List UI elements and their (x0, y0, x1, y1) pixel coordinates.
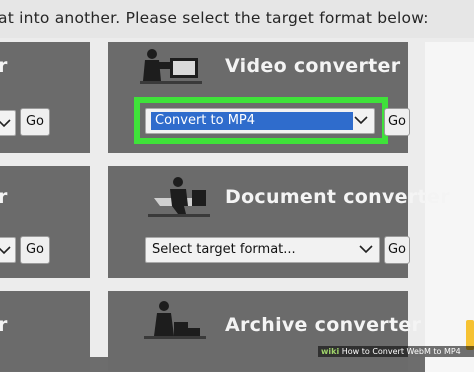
left-title-fragment-bottom: r (0, 314, 8, 336)
watermark-brand: wiki (321, 347, 340, 356)
document-desk-icon (148, 177, 210, 217)
left-panel-bottom (0, 291, 90, 371)
archive-boxes-icon (144, 301, 206, 339)
left-title-fragment-top: r (0, 55, 8, 77)
left-select-middle[interactable] (0, 237, 16, 263)
video-camera-icon (140, 49, 202, 84)
watermark-text: How to Convert WebM to MP4 (341, 347, 461, 356)
left-go-button-middle[interactable]: Go (20, 236, 50, 264)
document-converter-title: Document converter (225, 186, 450, 208)
video-go-button[interactable]: Go (384, 108, 410, 136)
document-format-value: Select target format... (152, 242, 296, 257)
left-go-button-top[interactable]: Go (20, 108, 50, 136)
instruction-bar: at into another. Please select the targe… (0, 0, 474, 39)
left-title-fragment-middle: r (0, 186, 8, 208)
document-go-button[interactable]: Go (384, 236, 410, 264)
document-format-select[interactable]: Select target format... (145, 237, 380, 263)
chevron-down-icon (0, 119, 11, 128)
instruction-text: at into another. Please select the targe… (0, 9, 429, 27)
chevron-down-icon (359, 245, 373, 254)
left-select-top[interactable] (0, 110, 16, 136)
chevron-down-icon (0, 246, 11, 255)
archive-converter-title: Archive converter (225, 314, 422, 336)
video-converter-title: Video converter (225, 55, 401, 77)
left-panel-top (0, 42, 90, 153)
wikihow-watermark: wiki How to Convert WebM to MP4 (318, 346, 474, 357)
green-highlight-box (134, 97, 388, 144)
